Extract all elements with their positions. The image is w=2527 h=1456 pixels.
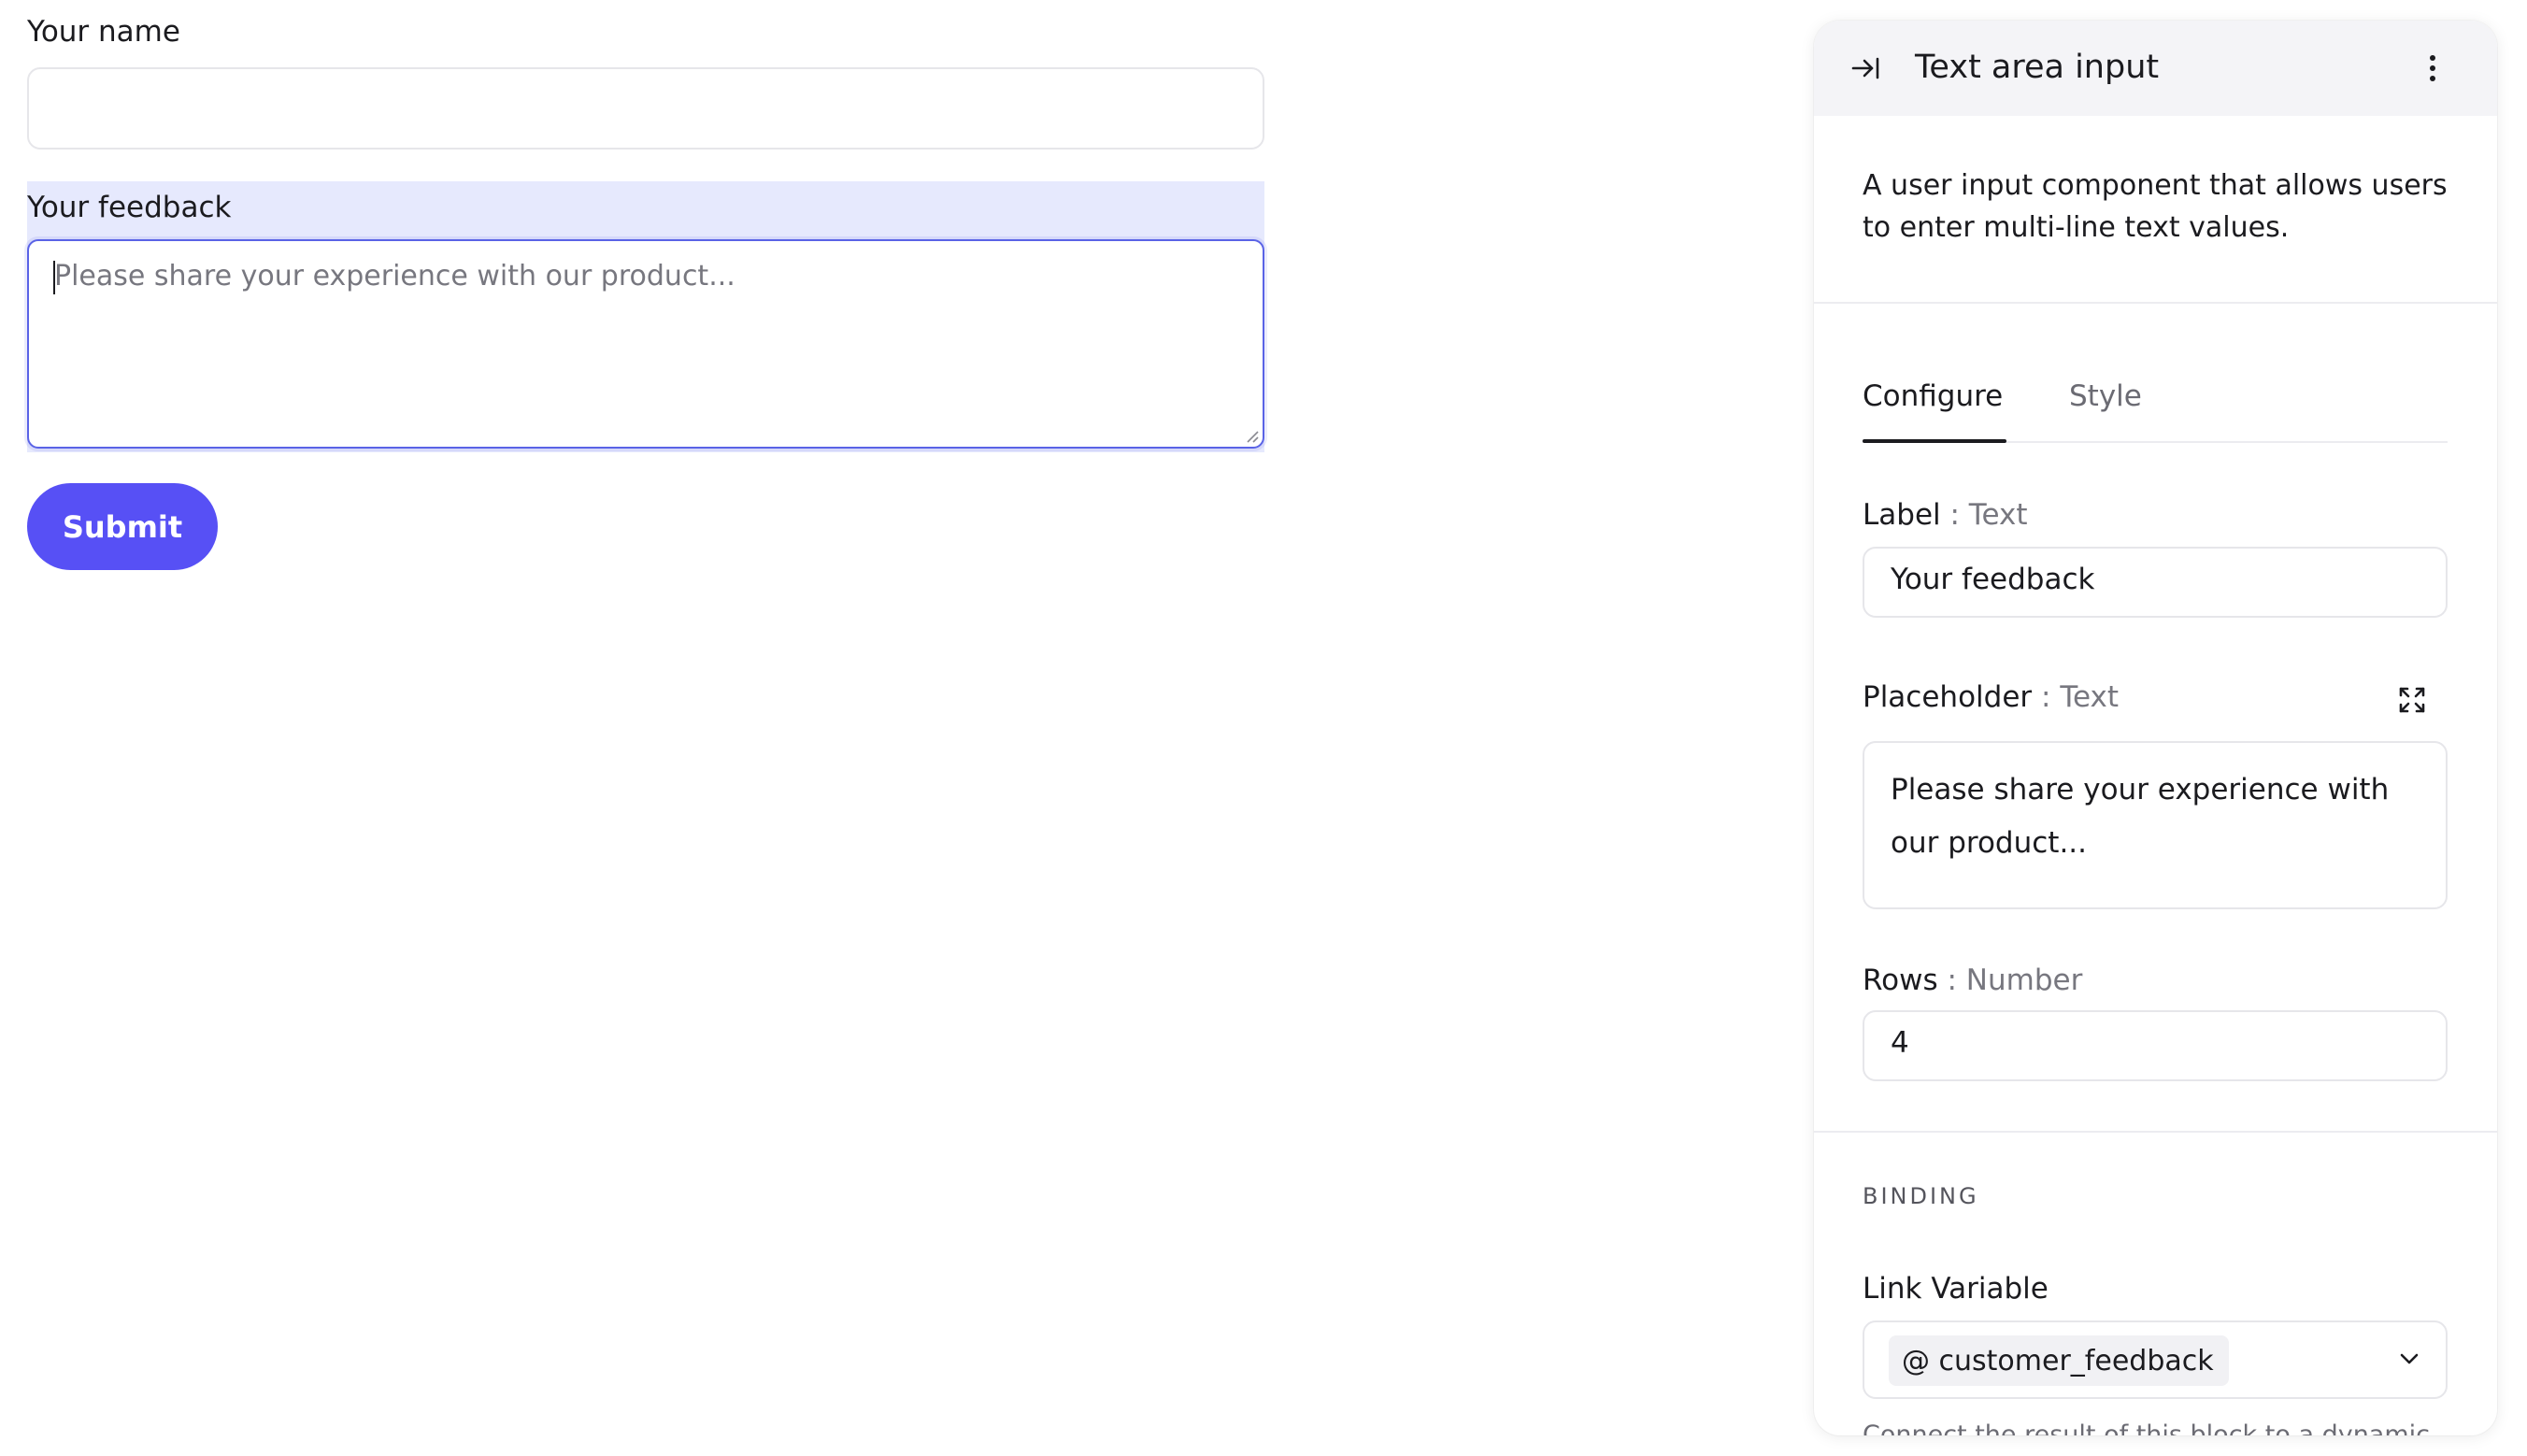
placeholder-textarea[interactable]: Please share your experience with our pr… xyxy=(1863,741,2448,909)
selected-feedback-block[interactable]: Your feedback Please share your experien… xyxy=(27,181,1264,452)
panel-header: Text area input xyxy=(1814,21,2497,116)
collapse-panel-icon[interactable] xyxy=(1849,54,1881,82)
label-input[interactable]: Your feedback xyxy=(1863,547,2448,618)
chevron-down-icon[interactable] xyxy=(2399,1352,2420,1365)
resize-handle-icon[interactable] xyxy=(1244,428,1259,443)
label-input-value: Your feedback xyxy=(1891,563,2095,596)
more-options-icon[interactable] xyxy=(2427,52,2438,84)
feedback-placeholder: Please share your experience with our pr… xyxy=(54,260,735,293)
name-input[interactable] xyxy=(27,67,1264,150)
expand-icon[interactable] xyxy=(2398,686,2426,714)
placeholder-value-line1: Please share your experience with xyxy=(1891,773,2390,807)
tab-style[interactable]: Style xyxy=(2069,377,2142,416)
submit-button[interactable]: Submit xyxy=(27,483,218,570)
divider xyxy=(1814,1131,2497,1133)
feedback-textarea[interactable]: Please share your experience with our pr… xyxy=(27,239,1264,449)
rows-property-name: Rows xyxy=(1863,964,1938,997)
feedback-field-label: Your feedback xyxy=(27,191,232,224)
name-field-label: Your name xyxy=(27,15,180,49)
link-variable-label: Link Variable xyxy=(1863,1272,2049,1306)
binding-help-text: Connect the result of this block to a dy… xyxy=(1863,1420,2430,1435)
label-property-label: Label : Text xyxy=(1863,495,2028,535)
placeholder-value-line2: our product... xyxy=(1891,826,2088,860)
label-property-type: : Text xyxy=(1949,498,2028,532)
panel-title: Text area input xyxy=(1915,49,2160,86)
rows-property-label: Rows : Number xyxy=(1863,961,2082,1000)
variable-chip: @ customer_feedback xyxy=(1889,1335,2229,1386)
rows-input[interactable]: 4 xyxy=(1863,1010,2448,1081)
placeholder-property-type: : Text xyxy=(2041,680,2120,714)
link-variable-select[interactable]: @ customer_feedback xyxy=(1863,1320,2448,1399)
label-property-name: Label xyxy=(1863,498,1941,532)
placeholder-value: Please share your experience with our pr… xyxy=(1891,764,2389,870)
rows-property-type: : Number xyxy=(1947,964,2083,997)
tab-configure[interactable]: Configure xyxy=(1863,377,2003,416)
active-tab-indicator xyxy=(1863,439,2006,443)
placeholder-property-name: Placeholder xyxy=(1863,680,2033,714)
binding-section-heading: BINDING xyxy=(1863,1183,1979,1209)
divider xyxy=(1814,302,2497,304)
properties-panel: Text area input A user input component t… xyxy=(1814,21,2497,1435)
text-caret xyxy=(53,261,55,294)
rows-input-value: 4 xyxy=(1891,1026,1909,1060)
placeholder-property-label: Placeholder : Text xyxy=(1863,678,2119,717)
component-description: A user input component that allows users… xyxy=(1863,169,2448,244)
